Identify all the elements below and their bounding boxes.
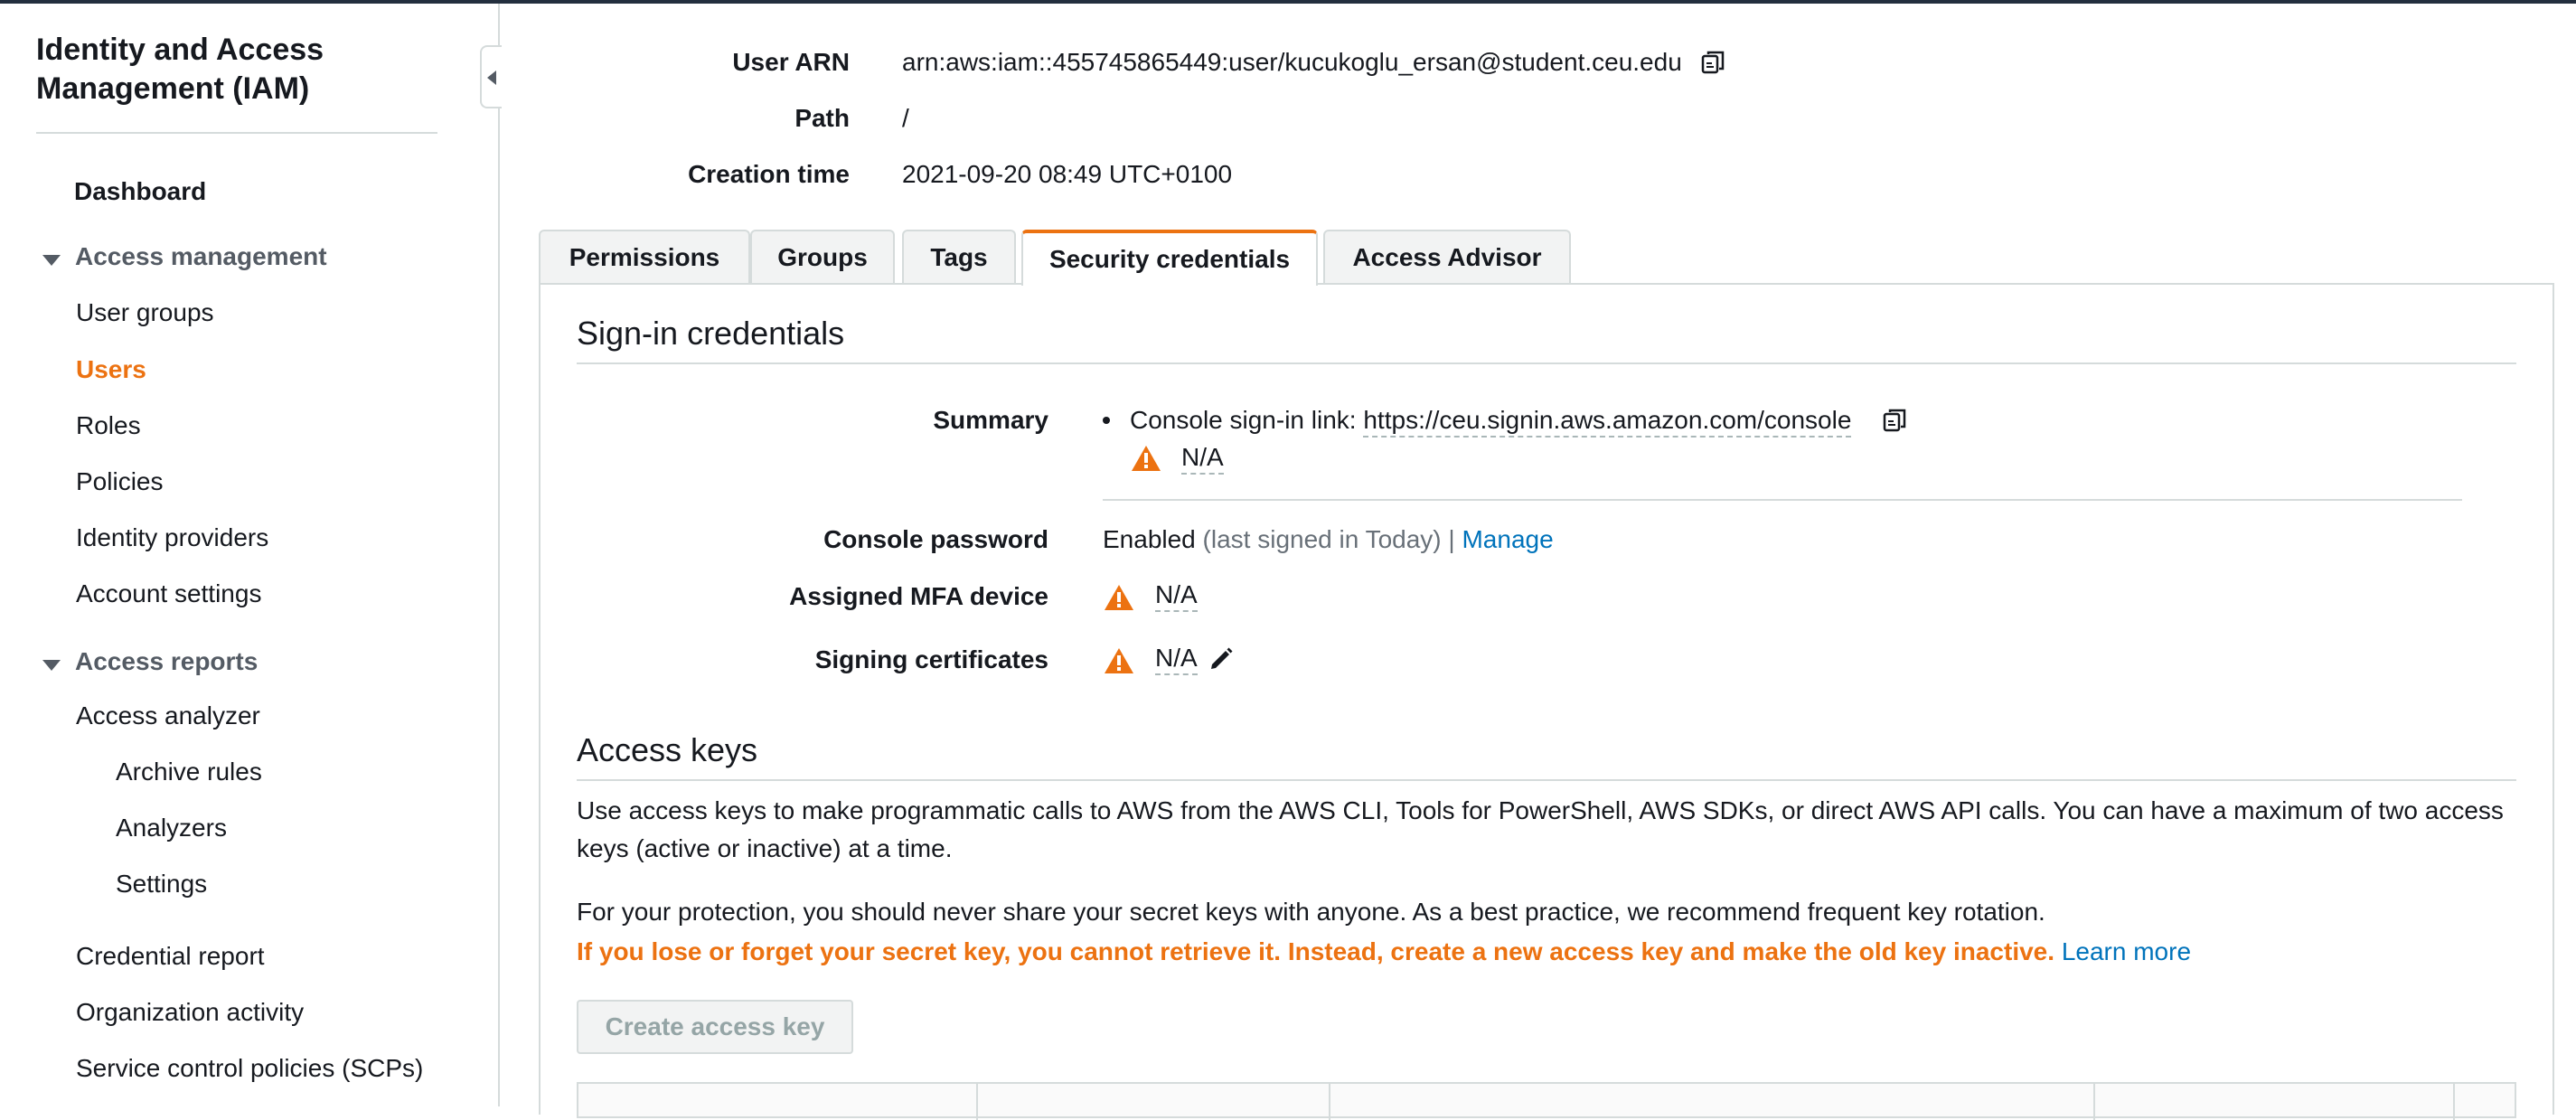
sidebar-divider bbox=[36, 132, 437, 134]
sidebar-section-access-management[interactable]: Access management bbox=[75, 241, 327, 272]
access-keys-description: Use access keys to make programmatic cal… bbox=[577, 796, 2504, 862]
access-keys-title: Access keys bbox=[577, 731, 758, 768]
signin-credentials-title: Sign-in credentials bbox=[577, 315, 845, 352]
sidebar-item-access-analyzer[interactable]: Access analyzer bbox=[76, 701, 260, 731]
warning-icon bbox=[1105, 585, 1133, 610]
tab-tags[interactable]: Tags bbox=[902, 230, 1016, 284]
sidebar-item-identity-providers[interactable]: Identity providers bbox=[76, 522, 268, 553]
learn-more-link[interactable]: Learn more bbox=[2062, 937, 2191, 965]
sidebar-item-users[interactable]: Users bbox=[76, 354, 146, 385]
sidebar-item-credential-report[interactable]: Credential report bbox=[76, 941, 265, 972]
create-access-key-button[interactable]: Create access key bbox=[577, 1000, 853, 1054]
tab-permissions[interactable]: Permissions bbox=[539, 230, 750, 284]
path-value: / bbox=[902, 104, 909, 132]
sidebar-item-roles[interactable]: Roles bbox=[76, 410, 141, 441]
console-password-value: Enabled (last signed in Today) | Manage bbox=[1103, 525, 1554, 553]
sidebar-item-analyzers[interactable]: Analyzers bbox=[116, 813, 227, 843]
access-keys-protection-note: For your protection, you should never sh… bbox=[577, 898, 2045, 926]
creation-time-value: 2021-09-20 08:49 UTC+0100 bbox=[902, 160, 1233, 188]
console-password-label: Console password bbox=[823, 525, 1048, 553]
caret-down-icon[interactable] bbox=[42, 660, 61, 671]
signing-certificates-value: N/A bbox=[1155, 643, 1198, 675]
section-divider bbox=[577, 362, 2516, 364]
sidebar: Identity and Access Management (IAM) Das… bbox=[0, 4, 500, 1106]
caret-down-icon[interactable] bbox=[42, 255, 61, 266]
manage-password-link[interactable]: Manage bbox=[1462, 525, 1553, 553]
tab-access-advisor[interactable]: Access Advisor bbox=[1323, 230, 1571, 284]
collapse-sidebar-button[interactable] bbox=[480, 45, 502, 108]
collapse-left-icon bbox=[487, 71, 496, 85]
table-column-divider bbox=[2093, 1084, 2095, 1120]
sidebar-section-access-reports[interactable]: Access reports bbox=[75, 646, 258, 677]
console-signin-link[interactable]: https://ceu.signin.aws.amazon.com/consol… bbox=[1363, 406, 1852, 438]
tab-security-credentials[interactable]: Security credentials bbox=[1021, 230, 1318, 286]
path-label: Path bbox=[794, 104, 850, 132]
access-keys-table-header bbox=[577, 1082, 2516, 1120]
table-column-divider bbox=[976, 1084, 978, 1120]
console-link-prefix: Console sign-in link: bbox=[1130, 406, 1357, 434]
copy-icon[interactable] bbox=[1699, 49, 1728, 78]
warning-icon bbox=[1132, 446, 1161, 471]
table-column-divider bbox=[1329, 1084, 1330, 1120]
bullet bbox=[1103, 417, 1110, 424]
mfa-device-label: Assigned MFA device bbox=[789, 582, 1048, 610]
sidebar-item-organization-activity[interactable]: Organization activity bbox=[76, 997, 304, 1028]
sidebar-item-policies[interactable]: Policies bbox=[76, 466, 163, 497]
table-column-divider bbox=[2453, 1084, 2455, 1120]
user-arn-value: arn:aws:iam::455745865449:user/kucukoglu… bbox=[902, 48, 1682, 76]
sidebar-item-scps[interactable]: Service control policies (SCPs) bbox=[76, 1053, 423, 1084]
copy-icon[interactable] bbox=[1881, 407, 1910, 436]
tab-groups[interactable]: Groups bbox=[750, 230, 895, 284]
sidebar-item-dashboard[interactable]: Dashboard bbox=[74, 176, 206, 207]
pencil-icon[interactable] bbox=[1208, 645, 1235, 673]
summary-divider bbox=[1103, 499, 2462, 501]
signing-certificates-label: Signing certificates bbox=[814, 645, 1048, 673]
sidebar-item-user-groups[interactable]: User groups bbox=[76, 297, 214, 328]
sidebar-item-archive-rules[interactable]: Archive rules bbox=[116, 757, 262, 787]
access-keys-warning: If you lose or forget your secret key, y… bbox=[577, 937, 2192, 965]
sidebar-item-account-settings[interactable]: Account settings bbox=[76, 579, 261, 609]
summary-label: Summary bbox=[933, 406, 1048, 434]
creation-time-label: Creation time bbox=[688, 160, 850, 188]
summary-na: N/A bbox=[1181, 442, 1224, 475]
sidebar-item-settings[interactable]: Settings bbox=[116, 869, 207, 899]
console-link-row: Console sign-in link: https://ceu.signin… bbox=[1130, 405, 1852, 438]
mfa-device-value: N/A bbox=[1155, 579, 1198, 612]
warning-icon bbox=[1105, 648, 1133, 673]
sidebar-title: Identity and Access Management (IAM) bbox=[36, 33, 324, 106]
user-arn-label: User ARN bbox=[732, 48, 850, 76]
section-divider bbox=[577, 779, 2516, 781]
